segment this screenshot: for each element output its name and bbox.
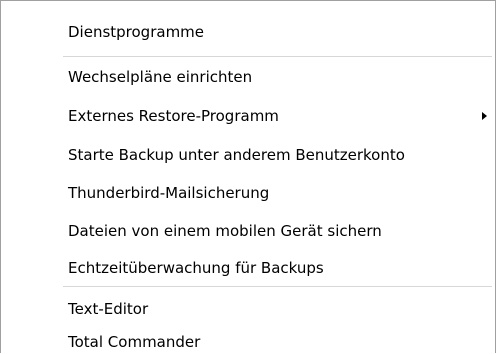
menu-item-label: Wechselpläne einrichten [68, 68, 253, 86]
menu-item-label: Echtzeitüberwachung für Backups [68, 259, 324, 277]
menu-item-label: Dienstprogramme [68, 23, 205, 41]
menu-separator [63, 56, 492, 57]
menu-item-label: Thunderbird-Mailsicherung [68, 184, 270, 202]
chevron-right-icon [482, 112, 487, 120]
menu-item-label: Starte Backup unter anderem Benutzerkont… [68, 146, 405, 164]
menu-item-label: Externes Restore-Programm [68, 107, 279, 125]
context-menu: Dienstprogramme Wechselpläne einrichten … [0, 0, 496, 353]
menu-item-label: Dateien von einem mobilen Gerät sichern [68, 222, 382, 240]
menu-item-text-editor[interactable]: Text-Editor [1, 293, 495, 325]
menu-item-externes-restore-programm[interactable]: Externes Restore-Programm [1, 100, 495, 132]
menu-item-label: Text-Editor [68, 300, 149, 318]
menu-item-dateien-mobilem-geraet-sichern[interactable]: Dateien von einem mobilen Gerät sichern [1, 215, 495, 247]
menu-separator [63, 286, 492, 287]
menu-item-total-commander[interactable]: Total Commander [1, 326, 495, 353]
menu-item-label: Total Commander [68, 333, 201, 351]
menu-item-thunderbird-mailsicherung[interactable]: Thunderbird-Mailsicherung [1, 177, 495, 209]
menu-item-echtzeitueberwachung-backups[interactable]: Echtzeitüberwachung für Backups [1, 252, 495, 284]
menu-item-starte-backup-anderem-benutzerkonto[interactable]: Starte Backup unter anderem Benutzerkont… [1, 139, 495, 171]
menu-item-wechselplaene-einrichten[interactable]: Wechselpläne einrichten [1, 61, 495, 93]
menu-item-dienstprogramme[interactable]: Dienstprogramme [1, 16, 495, 48]
